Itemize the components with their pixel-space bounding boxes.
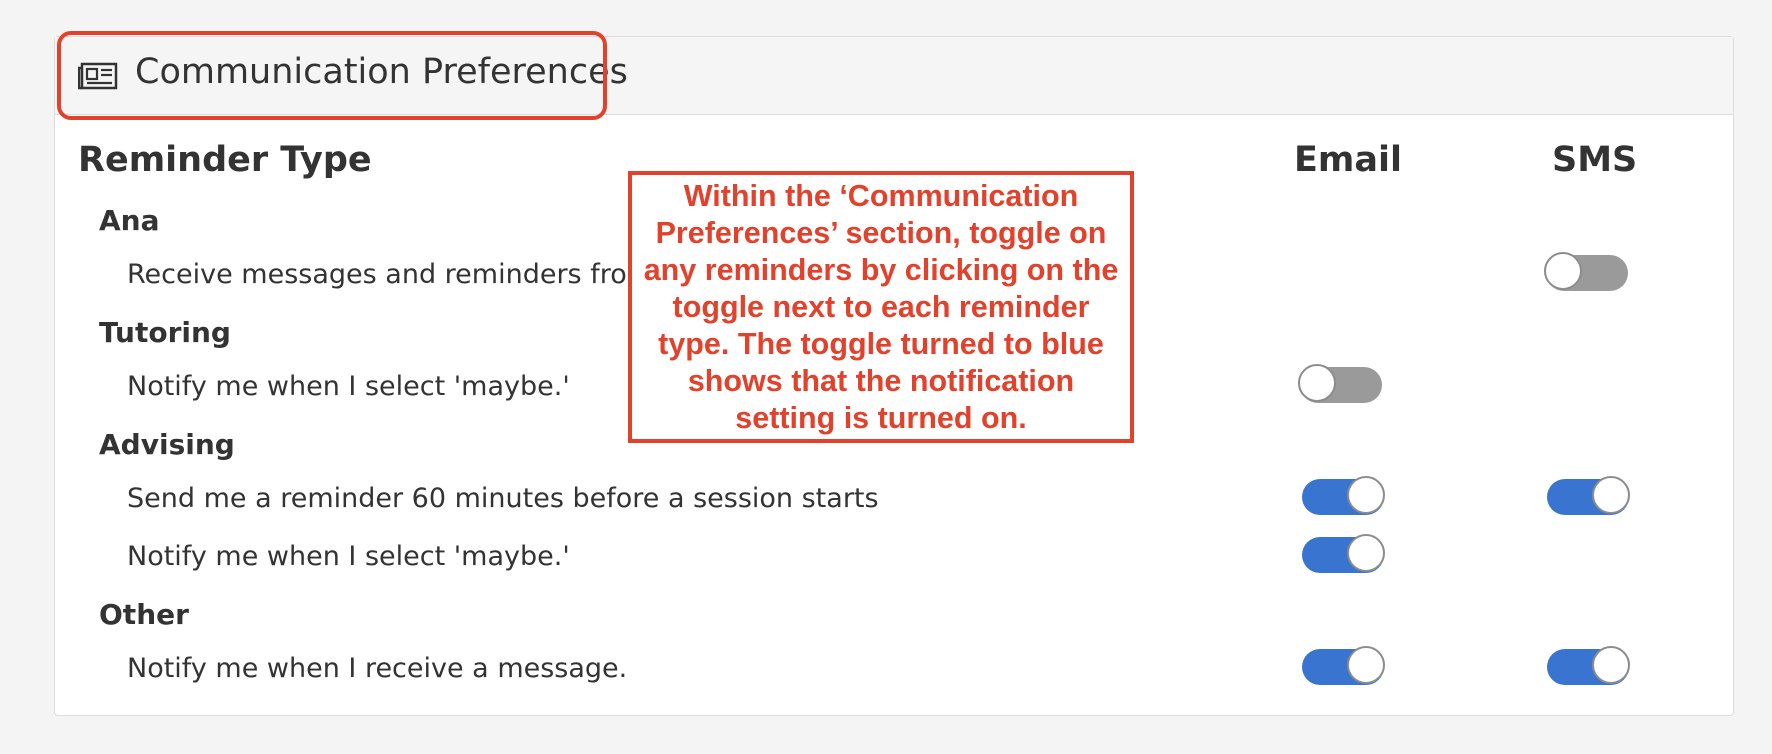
group-name-advising: Advising [99,428,235,461]
column-header-sms: SMS [1552,140,1638,180]
toggle-advising-maybe-email[interactable] [1302,534,1385,573]
toggle-other-message-email[interactable] [1302,646,1385,685]
instruction-callout-text: Within the ‘Communication Preferences’ s… [643,178,1119,435]
group-name-other: Other [99,598,189,631]
toggle-advising-60-minutes-email[interactable] [1302,476,1385,515]
toggle-knob [1592,646,1630,684]
reminder-label-other-message: Notify me when I receive a message. [127,653,628,684]
column-header-reminder-type: Reminder Type [78,140,372,180]
toggle-other-message-sms[interactable] [1547,646,1630,685]
toggle-knob [1592,476,1630,514]
header-highlight-annotation [57,31,607,120]
instruction-callout: Within the ‘Communication Preferences’ s… [628,171,1134,443]
column-header-email: Email [1294,140,1402,180]
reminder-label-advising-60-minutes: Send me a reminder 60 minutes before a s… [127,483,879,514]
toggle-ana-messages-sms[interactable] [1544,252,1628,291]
reminder-label-advising-maybe: Notify me when I select 'maybe.' [127,541,570,572]
toggle-knob [1347,646,1385,684]
toggle-knob [1347,476,1385,514]
group-name-ana: Ana [99,204,160,237]
group-name-tutoring: Tutoring [99,316,231,349]
reminder-label-tutoring-maybe: Notify me when I select 'maybe.' [127,371,570,402]
toggle-knob [1544,252,1582,290]
reminder-label-ana-messages: Receive messages and reminders from [127,259,654,290]
toggle-knob [1298,364,1336,402]
toggle-tutoring-maybe-email[interactable] [1298,364,1382,403]
toggle-knob [1347,534,1385,572]
toggle-advising-60-minutes-sms[interactable] [1547,476,1630,515]
